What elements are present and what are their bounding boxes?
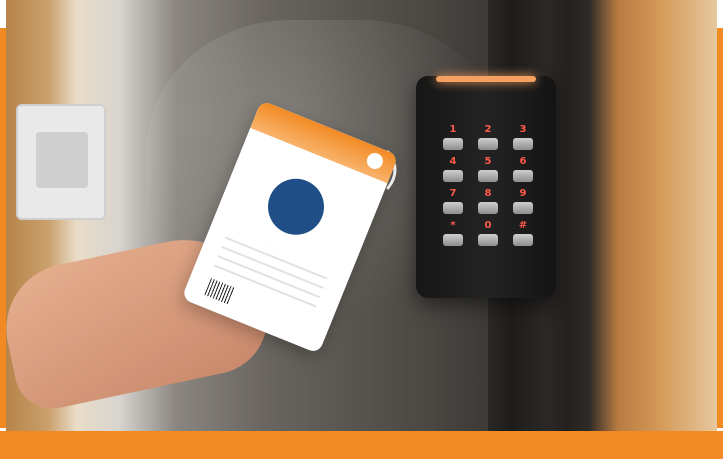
key-1[interactable]: 1 xyxy=(440,124,466,152)
key-6[interactable]: 6 xyxy=(510,156,536,184)
access-control-photo: 1 2 3 4 5 6 7 8 9 * 0 # xyxy=(6,0,717,431)
bottom-orange-border xyxy=(0,431,723,459)
key-2[interactable]: 2 xyxy=(475,124,501,152)
wall-panel-slot xyxy=(36,132,88,188)
key-hash[interactable]: # xyxy=(510,220,536,248)
key-star[interactable]: * xyxy=(440,220,466,248)
key-5[interactable]: 5 xyxy=(475,156,501,184)
card-reader-keypad: 1 2 3 4 5 6 7 8 9 * 0 # xyxy=(416,76,556,298)
key-8[interactable]: 8 xyxy=(475,188,501,216)
image-frame: 1 2 3 4 5 6 7 8 9 * 0 # xyxy=(0,0,723,459)
card-photo-avatar xyxy=(259,170,333,244)
key-0[interactable]: 0 xyxy=(475,220,501,248)
card-barcode xyxy=(204,278,236,305)
reader-led-indicator xyxy=(436,76,536,82)
key-7[interactable]: 7 xyxy=(440,188,466,216)
key-9[interactable]: 9 xyxy=(510,188,536,216)
wall-panel xyxy=(16,104,106,220)
key-4[interactable]: 4 xyxy=(440,156,466,184)
right-orange-border xyxy=(717,28,723,428)
key-3[interactable]: 3 xyxy=(510,124,536,152)
keypad-grid: 1 2 3 4 5 6 7 8 9 * 0 # xyxy=(440,124,536,248)
